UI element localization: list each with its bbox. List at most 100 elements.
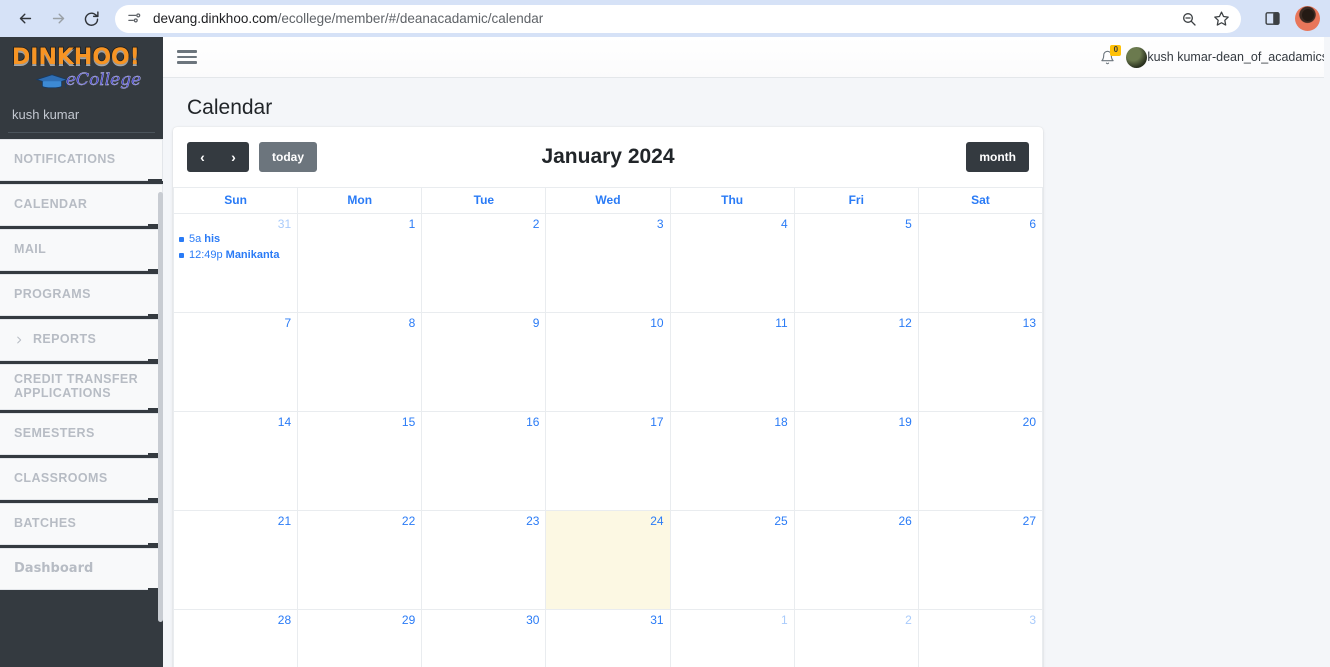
sidebar-item-label: CLASSROOMS <box>14 471 108 486</box>
sidebar-item-label: BATCHES <box>14 516 77 531</box>
calendar-day-cell[interactable]: 4 <box>669 213 795 313</box>
day-number: 24 <box>650 514 664 528</box>
calendar-day-cell[interactable]: 1 <box>297 213 423 313</box>
sidebar-item-label: MAIL <box>14 242 47 257</box>
day-number: 25 <box>774 514 788 528</box>
calendar-day-cell[interactable]: 3 <box>545 213 671 313</box>
notification-bell-icon[interactable]: 0 <box>1094 44 1122 70</box>
day-number: 3 <box>1029 613 1036 627</box>
day-number: 12 <box>898 316 912 330</box>
calendar-day-cell[interactable]: 19 <box>793 411 919 511</box>
calendar-day-cell[interactable]: 27 <box>917 510 1043 610</box>
next-month-button[interactable]: › <box>218 142 249 172</box>
calendar-day-cell[interactable]: 2 <box>421 213 547 313</box>
day-number: 16 <box>526 415 540 429</box>
sidebar-item-mail[interactable]: MAIL <box>0 229 163 273</box>
site-settings-icon[interactable] <box>123 8 145 30</box>
calendar-week-row: 28 29 30 31 1 2 3 <box>173 609 1043 667</box>
notification-badge: 0 <box>1110 45 1122 56</box>
sidebar: DINKHOO! eCollege kush kumar NOTIFICATIO… <box>0 37 163 667</box>
calendar-day-cell[interactable]: 8 <box>297 312 423 412</box>
sidebar-item-credit-transfer-applications[interactable]: CREDIT TRANSFER APPLICATIONS <box>0 364 163 412</box>
browser-profile-avatar[interactable] <box>1295 6 1320 31</box>
calendar-day-cell[interactable]: 24 <box>545 510 671 610</box>
calendar-day-cell[interactable]: 22 <box>297 510 423 610</box>
day-number: 18 <box>774 415 788 429</box>
url-path: /ecollege/member/#/deanacadamic/calendar <box>277 11 544 26</box>
back-arrow-icon[interactable] <box>10 4 40 34</box>
sidebar-divider <box>8 132 155 133</box>
calendar-day-cell[interactable]: 25 <box>669 510 795 610</box>
event-time: 5a <box>189 233 202 245</box>
sidebar-item-calendar[interactable]: CALENDAR <box>0 184 163 228</box>
weekday-thu: Thu <box>669 187 795 214</box>
calendar-day-cell[interactable]: 30 <box>421 609 547 667</box>
calendar-day-cell[interactable]: 23 <box>421 510 547 610</box>
calendar-day-cell[interactable]: 10 <box>545 312 671 412</box>
weekday-wed: Wed <box>545 187 671 214</box>
day-number: 2 <box>532 217 540 231</box>
navbar-right: 0 kush kumar-dean_of_acadamics <box>1094 44 1330 70</box>
day-number: 31 <box>650 613 664 627</box>
sidebar-item-programs[interactable]: PROGRAMS <box>0 274 163 318</box>
url-text: devang.dinkhoo.com/ecollege/member/#/dea… <box>153 11 543 26</box>
calendar-day-cell[interactable]: 9 <box>421 312 547 412</box>
day-number: 1 <box>781 613 788 627</box>
side-panel-icon[interactable] <box>1258 5 1286 33</box>
calendar-day-cell[interactable]: 31 5a his 12:49p Manikanta <box>173 213 299 313</box>
calendar-day-cell[interactable]: 7 <box>173 312 299 412</box>
calendar-day-cell[interactable]: 31 <box>545 609 671 667</box>
day-number: 11 <box>775 316 788 330</box>
calendar-day-cell[interactable]: 28 <box>173 609 299 667</box>
user-menu[interactable]: kush kumar-dean_of_acadamics <box>1126 46 1330 68</box>
calendar-day-cell[interactable]: 21 <box>173 510 299 610</box>
sidebar-item-label: CALENDAR <box>14 197 88 212</box>
calendar-day-cell[interactable]: 16 <box>421 411 547 511</box>
day-number: 13 <box>1022 316 1036 330</box>
calendar-day-cell[interactable]: 14 <box>173 411 299 511</box>
page-title: Calendar <box>187 96 273 119</box>
calendar-day-cell[interactable]: 17 <box>545 411 671 511</box>
calendar-day-cell[interactable]: 2 <box>793 609 919 667</box>
calendar-day-cell[interactable]: 1 <box>669 609 795 667</box>
calendar-day-cell[interactable]: 6 <box>917 213 1043 313</box>
hamburger-icon[interactable] <box>177 47 197 67</box>
day-number: 20 <box>1022 415 1036 429</box>
month-view-button[interactable]: month <box>966 142 1029 172</box>
calendar-day-cell[interactable]: 18 <box>669 411 795 511</box>
day-number: 10 <box>650 316 664 330</box>
calendar-week-row: 14 15 16 17 18 19 20 <box>173 411 1043 511</box>
zoom-out-icon[interactable] <box>1175 5 1203 33</box>
day-number: 29 <box>401 613 416 627</box>
calendar-day-cell[interactable]: 15 <box>297 411 423 511</box>
sidebar-item-batches[interactable]: BATCHES <box>0 503 163 547</box>
sidebar-item-semesters[interactable]: SEMESTERS <box>0 413 163 457</box>
sidebar-item-reports[interactable]: REPORTS <box>0 319 163 363</box>
calendar-day-cell[interactable]: 20 <box>917 411 1043 511</box>
calendar-toolbar: ‹ › today January 2024 month <box>173 127 1043 187</box>
day-number: 14 <box>277 415 292 429</box>
today-button[interactable]: today <box>259 142 318 172</box>
calendar-day-cell[interactable]: 12 <box>793 312 919 412</box>
calendar-card: ‹ › today January 2024 month Sun Mon Tue We… <box>173 127 1043 667</box>
calendar-day-cell[interactable]: 13 <box>917 312 1043 412</box>
forward-arrow-icon[interactable] <box>43 4 73 34</box>
bookmark-star-icon[interactable] <box>1207 5 1235 33</box>
prev-month-button[interactable]: ‹ <box>187 142 218 172</box>
reload-icon[interactable] <box>76 4 106 34</box>
sidebar-item-label: NOTIFICATIONS <box>14 152 116 167</box>
calendar-day-cell[interactable]: 26 <box>793 510 919 610</box>
calendar-event[interactable]: 12:49p Manikanta <box>178 247 293 263</box>
day-number: 21 <box>277 514 292 528</box>
address-bar[interactable]: devang.dinkhoo.com/ecollege/member/#/dea… <box>115 4 1241 33</box>
calendar-day-cell[interactable]: 11 <box>669 312 795 412</box>
sidebar-username: kush kumar <box>12 107 80 122</box>
brand-logo[interactable]: DINKHOO! eCollege <box>0 37 163 99</box>
sidebar-item-notifications[interactable]: NOTIFICATIONS <box>0 139 163 183</box>
sidebar-item-classrooms[interactable]: CLASSROOMS <box>0 458 163 502</box>
sidebar-item-dashboard[interactable]: Dashboard <box>0 548 163 592</box>
calendar-day-cell[interactable]: 29 <box>297 609 423 667</box>
calendar-day-cell[interactable]: 3 <box>917 609 1043 667</box>
calendar-event[interactable]: 5a his <box>178 231 293 247</box>
calendar-day-cell[interactable]: 5 <box>793 213 919 313</box>
